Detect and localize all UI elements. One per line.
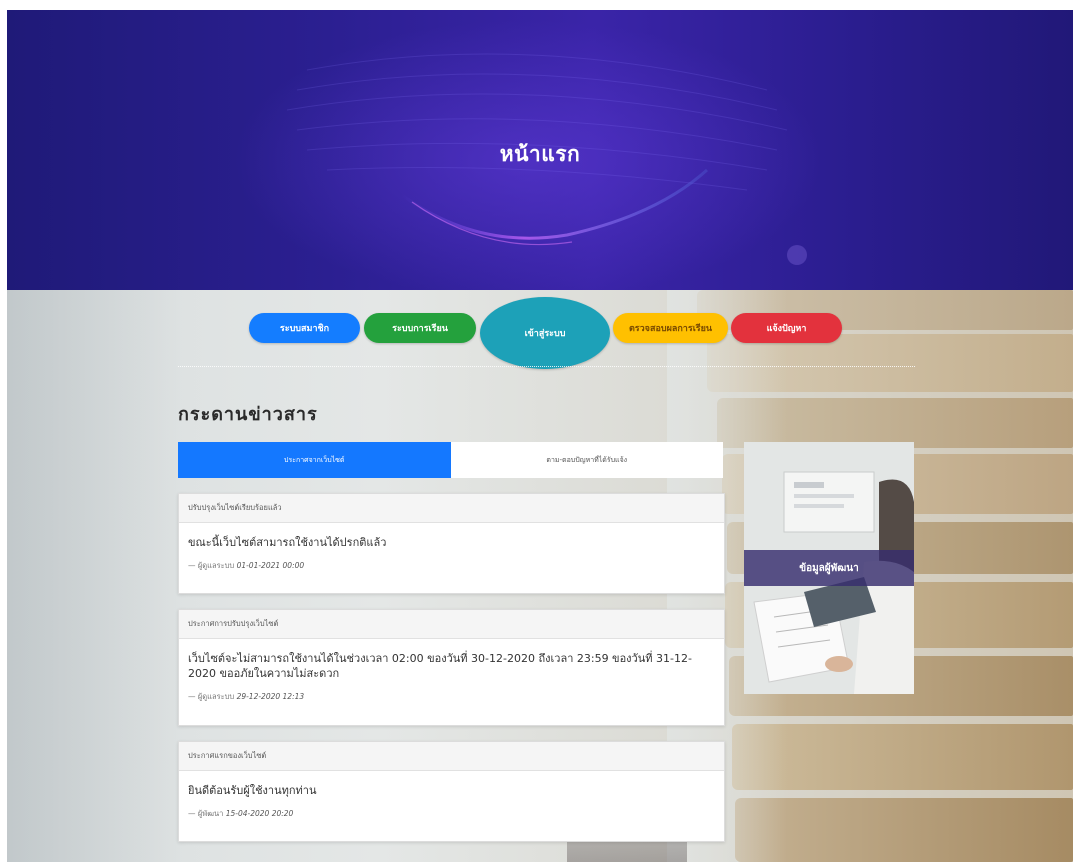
news-card: ประกาศแรกของเว็บไซต์ ยินดีต้อนรับผู้ใช้ง…	[178, 741, 725, 842]
page-title: หน้าแรก	[499, 142, 581, 166]
news-date: 15-04-2020 20:20	[225, 809, 294, 818]
news-card-meta: — ผู้ดูแลระบบ 01-01-2021 00:00	[188, 560, 715, 572]
news-card-text: ยินดีต้อนรับผู้ใช้งานทุกท่าน	[188, 784, 317, 797]
news-card-heading: ประกาศแรกของเว็บไซต์	[179, 742, 724, 771]
member-system-button[interactable]: ระบบสมาชิก	[249, 313, 360, 343]
tab-reported-issues[interactable]: ตาม-ตอบปัญหาที่ได้รับแจ้ง	[450, 442, 723, 478]
news-author: — ผู้พัฒนา	[188, 809, 224, 818]
news-author: — ผู้ดูแลระบบ	[188, 692, 235, 701]
login-button[interactable]: เข้าสู่ระบบ	[480, 297, 610, 369]
nav-divider	[178, 366, 915, 367]
news-board-title: กระดานข่าวสาร	[178, 404, 318, 425]
news-author: — ผู้ดูแลระบบ	[188, 561, 235, 570]
news-tabs: ประกาศจากเว็บไซต์ ตาม-ตอบปัญหาที่ได้รับแ…	[178, 442, 723, 478]
news-card-heading: ปรับปรุงเว็บไซต์เรียบร้อยแล้ว	[179, 494, 724, 523]
study-system-button[interactable]: ระบบการเรียน	[364, 313, 476, 343]
check-results-button[interactable]: ตรวจสอบผลการเรียน	[613, 313, 728, 343]
news-card-meta: — ผู้พัฒนา 15-04-2020 20:20	[188, 808, 715, 820]
news-card-text: เว็บไซต์จะไม่สามารถใช้งานได้ในช่วงเวลา 0…	[188, 652, 692, 680]
hero-banner: หน้าแรก	[7, 10, 1073, 290]
tab-site-announcements[interactable]: ประกาศจากเว็บไซต์	[178, 442, 451, 478]
developer-info-label[interactable]: ข้อมูลผู้พัฒนา	[744, 550, 914, 586]
developer-info-card[interactable]: ข้อมูลผู้พัฒนา	[744, 442, 914, 694]
news-date: 01-01-2021 00:00	[236, 561, 305, 570]
news-date: 29-12-2020 12:13	[236, 692, 305, 701]
news-card-meta: — ผู้ดูแลระบบ 29-12-2020 12:13	[188, 691, 715, 703]
news-card-heading: ประกาศการปรับปรุงเว็บไซต์	[179, 610, 724, 639]
news-card: ประกาศการปรับปรุงเว็บไซต์ เว็บไซต์จะไม่ส…	[178, 609, 725, 726]
report-problem-button[interactable]: แจ้งปัญหา	[731, 313, 842, 343]
page: หน้าแรก ระบบสมาชิก ระบบการเรียน เข้าสู่ร…	[7, 10, 1073, 862]
news-card: ปรับปรุงเว็บไซต์เรียบร้อยแล้ว ขณะนี้เว็บ…	[178, 493, 725, 594]
news-card-text: ขณะนี้เว็บไซต์สามารถใช้งานได้ปรกติแล้ว	[188, 536, 387, 549]
